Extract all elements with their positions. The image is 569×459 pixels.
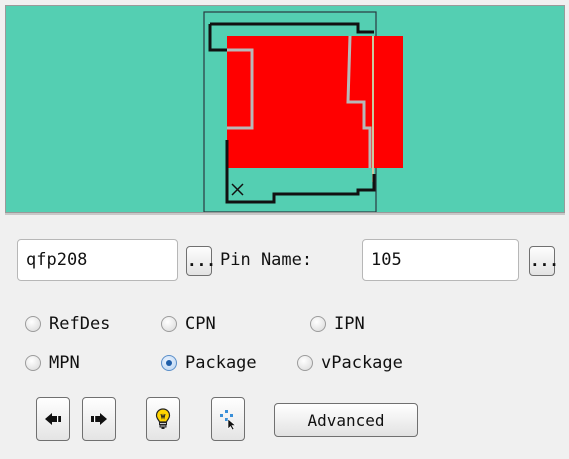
forward-button[interactable]	[82, 397, 116, 441]
pin-name-field[interactable]: 105	[362, 239, 519, 281]
select-button[interactable]	[211, 397, 245, 441]
radio-indicator	[161, 316, 177, 332]
package-preview-canvas	[6, 6, 564, 212]
radio-indicator	[25, 355, 41, 371]
radio-mpn[interactable]: MPN	[25, 353, 80, 373]
hint-button[interactable]	[146, 397, 180, 441]
radio-indicator-selected	[161, 355, 177, 371]
back-button[interactable]	[36, 397, 70, 441]
arrow-left-icon	[45, 413, 61, 425]
package-preview-panel[interactable]	[5, 5, 565, 213]
radio-label: IPN	[334, 314, 365, 334]
radio-indicator	[25, 316, 41, 332]
advanced-button[interactable]: Advanced	[274, 403, 418, 437]
radio-label: MPN	[49, 353, 80, 373]
cursor-select-icon	[220, 410, 237, 430]
panel-divider	[5, 213, 565, 215]
part-browse-button[interactable]: ...	[186, 246, 216, 276]
radio-indicator	[310, 316, 326, 332]
radio-label: Package	[185, 353, 257, 373]
lightbulb-icon	[155, 408, 171, 429]
arrow-right-icon	[91, 413, 107, 425]
part-name-field[interactable]: qfp208	[17, 239, 178, 281]
radio-label: CPN	[185, 314, 216, 334]
pin-browse-button[interactable]: ...	[529, 246, 559, 276]
radio-label: vPackage	[321, 353, 403, 373]
radio-label: RefDes	[49, 314, 111, 334]
pin-name-label: Pin Name:	[220, 250, 313, 270]
radio-refdes[interactable]: RefDes	[25, 314, 110, 334]
radio-indicator	[297, 355, 313, 371]
radio-vpackage[interactable]: vPackage	[297, 353, 403, 373]
radio-cpn[interactable]: CPN	[161, 314, 216, 334]
radio-ipn[interactable]: IPN	[310, 314, 365, 334]
radio-package[interactable]: Package	[161, 353, 257, 373]
